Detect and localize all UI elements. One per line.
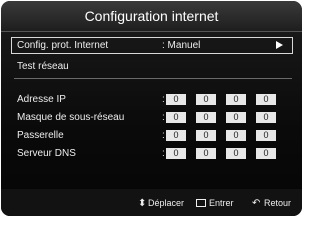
gateway-octet-1[interactable]: 0 (166, 130, 186, 141)
return-icon: ↶ (252, 198, 261, 209)
return-hint: Retour (264, 198, 292, 208)
subnet-mask-octet-3[interactable]: 0 (226, 112, 246, 123)
arrow-right-icon (276, 41, 283, 49)
dns-server-octet-2[interactable]: 0 (196, 148, 216, 159)
ip-address-octet-4[interactable]: 0 (256, 94, 276, 105)
title-bar: Configuration internet (1, 1, 302, 32)
config-protocol-value: : Manuel (162, 40, 201, 51)
colon: : (162, 112, 165, 123)
page-title: Configuration internet (84, 8, 219, 24)
colon: : (162, 94, 165, 105)
subnet-mask-octet-1[interactable]: 0 (166, 112, 186, 123)
dns-server-octet-3[interactable]: 0 (226, 148, 246, 159)
ip-address-label: Adresse IP (17, 94, 66, 105)
ip-address-octet-1[interactable]: 0 (166, 94, 186, 105)
subnet-mask-octet-2[interactable]: 0 (196, 112, 216, 123)
separator (14, 78, 292, 79)
dns-server-octet-4[interactable]: 0 (256, 148, 276, 159)
tv-menu-screen: Configuration internet Config. prot. Int… (1, 1, 302, 216)
subnet-mask-label: Masque de sous-réseau (17, 112, 125, 123)
colon: : (162, 148, 165, 159)
gateway-octet-3[interactable]: 0 (226, 130, 246, 141)
subnet-mask-octet-4[interactable]: 0 (256, 112, 276, 123)
move-icon: ⬍ (138, 198, 147, 209)
colon: : (162, 130, 165, 141)
enter-icon (196, 199, 206, 207)
gateway-label: Passerelle (17, 130, 64, 141)
ip-address-octet-2[interactable]: 0 (196, 94, 216, 105)
test-network-item[interactable]: Test réseau (17, 61, 69, 73)
dns-server-label: Serveur DNS (17, 148, 76, 159)
ip-address-octet-3[interactable]: 0 (226, 94, 246, 105)
gateway-octet-4[interactable]: 0 (256, 130, 276, 141)
enter-hint: Entrer (209, 198, 234, 208)
dns-server-octet-1[interactable]: 0 (166, 148, 186, 159)
move-hint: Déplacer (148, 198, 185, 208)
config-protocol-label: Config. prot. Internet (17, 40, 109, 51)
gateway-octet-2[interactable]: 0 (196, 130, 216, 141)
